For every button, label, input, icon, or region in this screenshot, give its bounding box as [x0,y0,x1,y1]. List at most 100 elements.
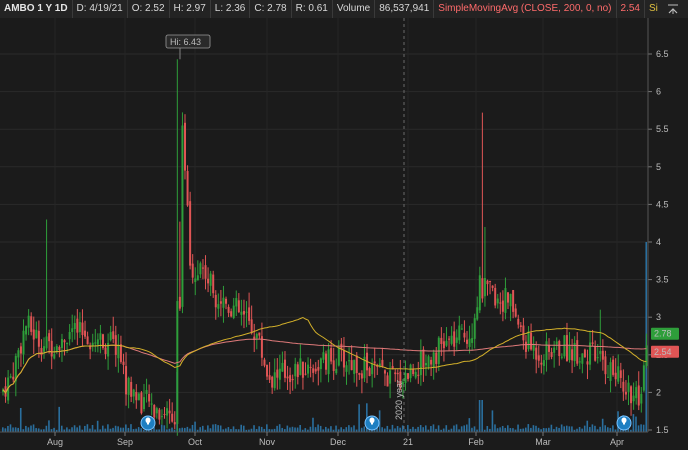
candle-body [122,361,125,365]
candle-body [191,263,194,278]
candle-body [337,346,340,366]
candle-body [637,385,640,406]
y-tick-label: 3.5 [656,275,669,285]
volume-bar [278,424,281,432]
volume-bar [527,424,530,432]
volume-bar [86,424,89,432]
candle-body [225,298,228,304]
x-tick-label: Apr [610,437,624,447]
candle-body [586,361,589,365]
event-marker-icon[interactable] [616,415,632,431]
volume-bar [424,425,427,432]
volume-bar [319,425,322,432]
volume-bar [60,425,63,432]
candle-body [255,334,258,339]
volume-bar [186,426,189,432]
volume-bar [391,424,394,432]
candle-body [481,278,484,299]
candle-body [84,330,87,337]
volume-bar [360,427,363,432]
volume-bar [463,425,466,432]
candle-body [596,357,599,359]
candle-body [491,285,494,288]
candle-body [632,395,635,402]
y-tick-label: 1.5 [656,425,669,435]
y-tick-label: 6.5 [656,49,669,59]
candle-body [184,122,187,171]
symbol-label[interactable]: AMBO 1 Y 1D [0,0,73,18]
volume-bar [291,426,294,432]
volume-bar [640,424,642,432]
volume-bar [563,426,566,432]
volume-bar [340,427,342,432]
chart-settings-button[interactable] [658,0,688,18]
candle-body [535,347,538,360]
candle-body [630,386,633,404]
volume-bar [14,427,17,432]
volume-bar [253,425,255,432]
candle-body [132,389,135,397]
volume-bar [399,427,401,432]
candle-body [155,408,158,414]
candle-body [476,307,479,320]
candle-body [568,345,571,360]
candle-body [483,278,486,297]
candle-body [450,335,453,344]
candle-body [609,362,612,381]
candle-body [342,350,345,368]
candle-body [348,360,351,362]
candle-body [163,413,166,415]
candle-body [127,377,130,395]
volume-bar [299,425,301,432]
candle-body [606,376,609,378]
candle-body [407,373,410,379]
candle-body [219,301,222,304]
volume-bar [504,427,507,432]
volume-label[interactable]: Volume [333,0,376,18]
volume-bar [107,424,109,432]
candle-body [301,361,304,378]
candle-body [319,358,322,370]
sma200-study-label[interactable]: SimpleMovingAvg (CLOSE, 200, 0, no) [434,0,617,18]
candle-body [86,336,89,345]
candle-body [250,319,253,334]
volume-bar [37,428,40,432]
volume-bar [9,424,12,432]
candle-body [94,342,97,344]
candle-body [389,370,392,384]
candle-body [207,278,210,284]
candle-body [37,330,40,347]
volume-bar [104,428,107,432]
volume-bar [171,427,173,432]
volume-bar [209,428,212,432]
candle-body [640,393,643,404]
candle-body [281,362,284,372]
candle-body [345,365,348,372]
candle-body [148,393,151,402]
volume-bar [565,425,568,432]
event-marker-icon[interactable] [140,415,156,431]
volume-bar [571,426,573,432]
volume-bar [281,427,284,432]
volume-bar [507,425,509,432]
candle-body [594,346,597,361]
price-chart[interactable]: 2020 year 6.565.554.543.532.521.5 AugSep… [0,18,688,450]
volume-bar [583,425,586,432]
candle-body [460,328,463,330]
volume-bar [201,425,204,432]
high-annotation-text: Hi: 6.43 [170,37,201,47]
candle-body [153,405,156,418]
volume-bar [191,424,194,432]
candle-body [430,359,433,365]
candle-body [560,356,563,358]
volume-bar [258,426,260,432]
volume-bar [276,425,278,432]
candle-body [19,346,22,354]
volume-bar [591,424,594,432]
volume-bar [445,425,448,432]
event-marker-icon[interactable] [364,415,380,431]
candle-body [317,367,320,371]
candle-body [509,293,512,307]
volume-bar [501,425,504,432]
candle-body [468,338,471,347]
